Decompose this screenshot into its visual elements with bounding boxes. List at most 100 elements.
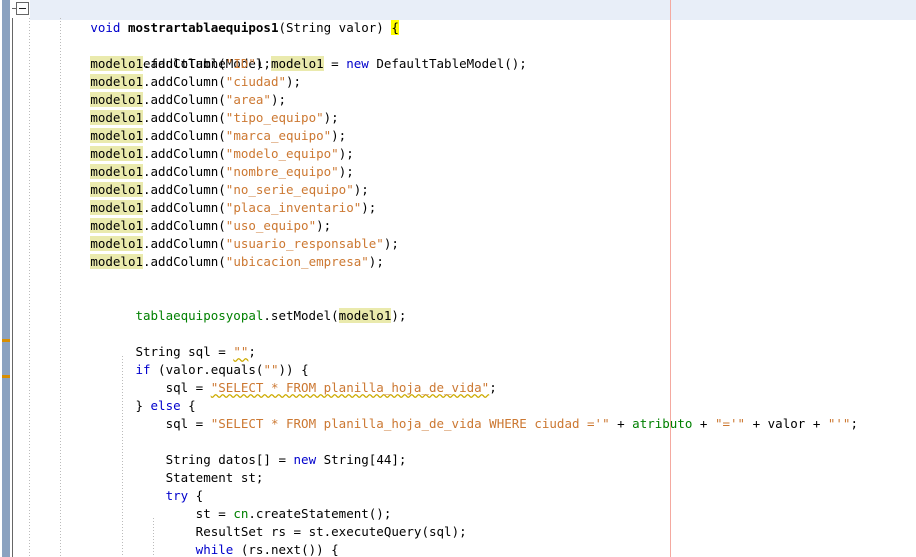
column-name-literal: "ciudad" xyxy=(225,74,287,89)
sql-assign: sql = xyxy=(165,416,211,431)
add-column-call: .addColumn( xyxy=(143,56,226,71)
code-line-signature[interactable]: void mostrartablaequipos1(String valor) … xyxy=(0,1,399,35)
column-name-literal: "area" xyxy=(225,92,271,107)
add-column-call: .addColumn( xyxy=(143,200,226,215)
call-tail: ); xyxy=(316,218,332,233)
column-name-literal: "no_serie_equipo" xyxy=(225,182,354,197)
call-tail: ); xyxy=(338,164,354,179)
add-column-call: .addColumn( xyxy=(143,74,226,89)
var-modelo1: modelo1 xyxy=(90,56,143,71)
add-column-call: .addColumn( xyxy=(143,92,226,107)
code-line-sql-decl[interactable]: String sql = ""; xyxy=(0,325,255,359)
code-line-add-column[interactable]: modelo1.addColumn("no_serie_equipo"); xyxy=(0,181,369,199)
code-line-execute-query[interactable]: ResultSet rs = st.executeQuery(sql); xyxy=(0,505,467,539)
var-modelo1: modelo1 xyxy=(90,236,143,251)
code-line-datos-assign[interactable]: datos[0] = rs.getString(1); xyxy=(0,541,429,557)
add-column-call: .addColumn( xyxy=(143,218,226,233)
call-tail: ); xyxy=(255,56,271,71)
semicolon: ; xyxy=(850,416,858,431)
call-tail: ); xyxy=(286,74,302,89)
setmodel-call: .setModel( xyxy=(263,308,339,323)
code-line-while[interactable]: while (rs.next()) { xyxy=(0,523,339,557)
code-line-add-column[interactable]: modelo1.addColumn("marca_equipo"); xyxy=(0,127,346,145)
add-column-call: .addColumn( xyxy=(143,182,226,197)
keyword-new: new xyxy=(346,56,369,71)
var-modelo1: modelo1 xyxy=(90,200,143,215)
call-tail: ); xyxy=(368,254,384,269)
var-modelo1: modelo1 xyxy=(90,218,143,233)
var-modelo1: modelo1 xyxy=(90,254,143,269)
method-params: (String valor) xyxy=(278,20,384,35)
code-line-add-column[interactable]: modelo1.addColumn("usuario_responsable")… xyxy=(0,235,399,253)
code-line-sql-select-where[interactable]: sql = "SELECT * FROM planilla_hoja_de_vi… xyxy=(0,397,858,431)
code-editor-window[interactable]: void mostrartablaequipos1(String valor) … xyxy=(0,0,916,557)
code-line-add-column[interactable]: modelo1.addColumn("uso_equipo"); xyxy=(0,217,331,235)
field-atributo: atributo xyxy=(632,416,693,431)
call-tail: ); xyxy=(361,200,377,215)
assign: = xyxy=(323,56,347,71)
column-name-literal: "tipo_equipo" xyxy=(225,110,324,125)
code-line-model-decl[interactable]: DefaultTableModel modelo1 = new DefaultT… xyxy=(0,37,527,71)
semicolon: ; xyxy=(255,470,264,485)
code-line-setmodel[interactable]: tablaequiposyopal.setModel(modelo1); xyxy=(0,289,406,323)
var-modelo1: modelo1 xyxy=(90,110,143,125)
call-tail: ); xyxy=(338,146,354,161)
method-name: mostrartablaequipos1 xyxy=(127,20,279,35)
concat: + xyxy=(805,416,828,431)
code-line-add-column[interactable]: modelo1.addColumn("placa_inventario"); xyxy=(0,199,376,217)
call-tail: ); xyxy=(353,182,369,197)
call-tail: ); xyxy=(331,128,347,143)
column-name-literal: "placa_inventario" xyxy=(225,200,362,215)
field-tablaequiposyopal: tablaequiposyopal xyxy=(135,308,264,323)
code-line-add-column[interactable]: modelo1.addColumn("modelo_equipo"); xyxy=(0,145,354,163)
code-line-sql-select-all[interactable]: sql = "SELECT * FROM planilla_hoja_de_vi… xyxy=(0,361,497,395)
code-line-else[interactable]: } else { xyxy=(0,379,195,413)
var-modelo1: modelo1 xyxy=(90,128,143,143)
code-line-add-column[interactable]: modelo1.addColumn("ID"); xyxy=(0,55,271,73)
code-line-add-column[interactable]: modelo1.addColumn("ciudad"); xyxy=(0,73,301,91)
call-tail: ); xyxy=(323,110,339,125)
column-name-literal: "modelo_equipo" xyxy=(225,146,339,161)
concat: + xyxy=(692,416,715,431)
column-name-literal: "uso_equipo" xyxy=(225,218,317,233)
code-line-datos-decl[interactable]: String datos[] = new String[44]; xyxy=(0,433,407,467)
add-column-call: .addColumn( xyxy=(143,128,226,143)
array-type: String[ xyxy=(316,452,377,467)
sql-where-mid-literal: "='" xyxy=(714,416,746,431)
code-line-create-statement[interactable]: st = cn.createStatement(); xyxy=(0,487,392,521)
array-size: 44 xyxy=(376,452,392,467)
code-line-statement-decl[interactable]: Statement st; xyxy=(0,451,264,485)
call-tail: ); xyxy=(383,236,399,251)
concat: + xyxy=(745,416,768,431)
column-name-literal: "ID" xyxy=(225,56,256,71)
code-line-add-column[interactable]: modelo1.addColumn("nombre_equipo"); xyxy=(0,163,354,181)
ctor-defaulttablemodel: DefaultTableModel xyxy=(376,56,505,71)
add-column-call: .addColumn( xyxy=(143,110,226,125)
var-modelo1: modelo1 xyxy=(90,146,143,161)
add-column-call: .addColumn( xyxy=(143,254,226,269)
arg-modelo1: modelo1 xyxy=(338,308,392,323)
column-name-literal: "marca_equipo" xyxy=(225,128,332,143)
code-line-if[interactable]: if (valor.equals("")) { xyxy=(0,343,308,377)
array-tail: ]; xyxy=(391,452,407,467)
code-line-add-column[interactable]: modelo1.addColumn("ubicacion_empresa"); xyxy=(0,253,384,271)
code-line-add-column[interactable]: modelo1.addColumn("tipo_equipo"); xyxy=(0,109,339,127)
keyword-new: new xyxy=(293,452,317,467)
code-line-try[interactable]: try { xyxy=(0,469,204,503)
code-text-area[interactable]: void mostrartablaequipos1(String valor) … xyxy=(0,0,916,557)
column-name-literal: "ubicacion_empresa" xyxy=(225,254,369,269)
var-modelo1: modelo1 xyxy=(90,164,143,179)
param-valor: valor xyxy=(767,416,806,431)
setmodel-tail: ); xyxy=(391,308,407,323)
code-line-add-column[interactable]: modelo1.addColumn("area"); xyxy=(0,91,286,109)
var-modelo1: modelo1 xyxy=(90,92,143,107)
